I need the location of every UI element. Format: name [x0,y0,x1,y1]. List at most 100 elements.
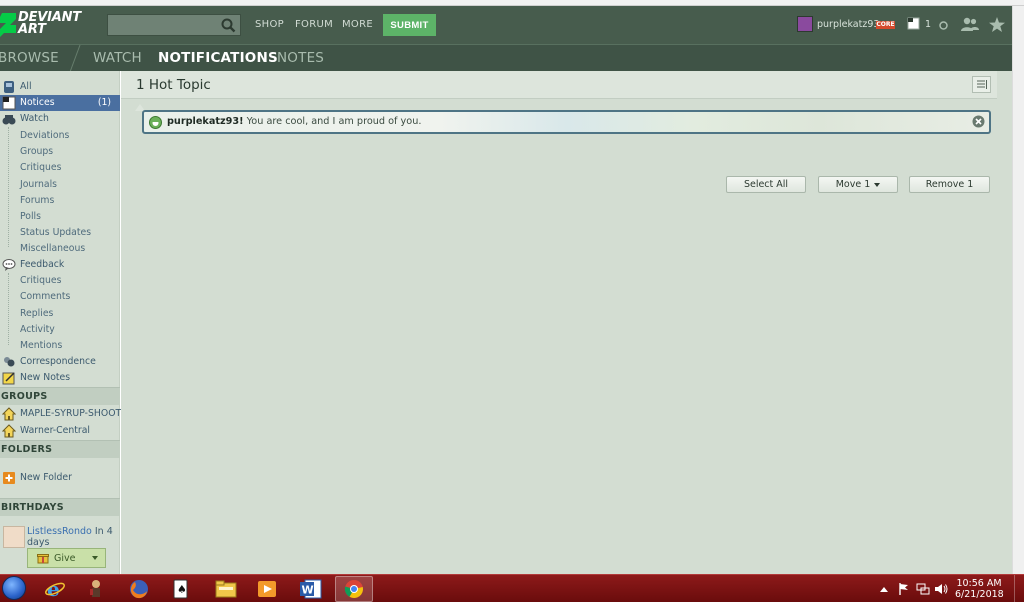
birthday-user-link[interactable]: ListlessRondo [27,526,92,537]
word-icon: W [300,579,322,599]
view-toggle-button[interactable] [972,76,991,93]
sidebar-item-label: Polls [20,211,41,222]
taskbar-ie[interactable]: e [36,576,74,602]
sidebar-item-comments[interactable]: Comments [0,289,120,305]
notices-count: (1) [97,97,111,108]
close-icon[interactable] [972,115,985,128]
sidebar-item-replies[interactable]: Replies [0,306,120,322]
sidebar-item-mentions[interactable]: Mentions [0,338,120,354]
sidebar-item-polls[interactable]: Polls [0,209,120,225]
taskbar-solitaire[interactable]: ♠ [162,576,200,602]
search-icon[interactable] [220,17,237,34]
friends-icon[interactable] [960,17,980,32]
page-scrollbar[interactable] [1012,6,1024,574]
smiley-icon [149,116,162,129]
notice-username[interactable]: purplekatz93! [167,116,244,127]
show-desktop-button[interactable] [1014,575,1024,602]
submit-button[interactable]: SUBMIT [383,14,436,36]
new-note-icon [2,372,15,385]
sidebar-item-groups[interactable]: Groups [0,144,120,160]
notes-icon[interactable] [907,17,920,30]
tab-watch[interactable]: WATCH [93,50,142,66]
clock-date: 6/21/2018 [955,589,1004,600]
birthday-user-avatar[interactable] [3,526,25,548]
sidebar-item-feedback[interactable]: Feedback [0,257,120,273]
sidebar-item-new-notes[interactable]: New Notes [0,370,120,386]
sidebar-item-label: Replies [20,308,54,319]
move-dropdown-icon [874,182,881,187]
start-button[interactable] [2,576,26,600]
taskbar-media-player[interactable] [248,576,286,602]
deviantart-logo-icon [0,13,16,37]
sidebar-item-label: Warner-Central [20,425,90,436]
nav-forum-link[interactable]: FORUM [295,19,333,30]
user-avatar[interactable] [797,16,813,32]
groups-heading: GROUPS [1,391,48,402]
sidebar-item-label: Notices [20,97,55,108]
sidebar-item-label: New Notes [20,372,71,383]
sidebar-item-feedback-critiques[interactable]: Critiques [0,273,120,289]
media-player-icon [258,581,276,597]
sidebar-item-forums[interactable]: Forums [0,193,120,209]
game-character-icon [90,580,100,597]
group-house-icon [2,407,16,421]
move-button[interactable]: Move 1 [818,176,898,193]
taskbar-game[interactable] [77,576,115,602]
system-clock[interactable]: 10:56 AM 6/21/2018 [955,578,1004,600]
sidebar-item-watch[interactable]: Watch [0,111,120,127]
nav-more-link[interactable]: MORE [342,19,373,30]
taskbar-explorer[interactable] [207,576,245,602]
give-dropdown-arrow-icon[interactable] [92,556,98,560]
birthday-entry: ListlessRondo In 4 days [27,526,119,548]
list-view-icon [977,80,987,89]
tab-notifications[interactable]: NOTIFICATIONS [158,50,278,66]
status-dot-icon[interactable] [939,21,948,30]
sidebar-group-warner-central[interactable]: Warner-Central [0,423,120,439]
sidebar-item-critiques[interactable]: Critiques [0,160,120,176]
action-center-flag-icon[interactable] [899,583,909,595]
sidebar-item-journals[interactable]: Journals [0,177,120,193]
internet-explorer-icon: e [45,578,65,600]
firefox-icon [130,580,148,599]
tab-notes[interactable]: NOTES [277,50,324,66]
sidebar-item-miscellaneous[interactable]: Miscellaneous [0,241,120,257]
remove-button[interactable]: Remove 1 [909,176,990,193]
main-header: 1 Hot Topic [121,71,997,99]
sidebar-group-maple-syrup-shooters[interactable]: MAPLE-SYRUP-SHOOTERS [0,406,139,422]
sidebar-item-correspondence[interactable]: Correspondence [0,354,120,370]
nav-shop-link[interactable]: SHOP [255,19,284,30]
sidebar-item-label: All [20,81,32,92]
taskbar-chrome[interactable] [335,576,373,602]
sidebar-item-notices[interactable]: Notices (1) [0,95,120,111]
clock-time: 10:56 AM [956,578,1002,589]
site-header: DEVIANT ART SHOP FORUM MORE SUBMIT purpl… [0,6,1024,44]
solitaire-cards-icon: ♠ [173,579,188,599]
taskbar-firefox[interactable] [120,576,158,602]
username-link[interactable]: purplekatz93 [817,19,879,30]
sidebar-item-activity[interactable]: Activity [0,322,120,338]
sidebar-item-deviations[interactable]: Deviations [0,128,120,144]
taskbar-word[interactable]: W [292,576,330,602]
tab-browse[interactable]: BROWSE [0,50,59,66]
volume-icon[interactable] [934,583,948,595]
sidebar-item-label: Forums [20,195,55,206]
hot-topic-notice[interactable]: purplekatz93! You are cool, and I am pro… [142,110,991,134]
nav-divider [69,45,81,72]
select-all-button[interactable]: Select All [726,176,806,193]
logo-line-2: ART [18,22,46,37]
sidebar-new-folder[interactable]: New Folder [0,470,120,486]
sidebar-item-all[interactable]: All [0,79,120,95]
search-input[interactable] [112,17,218,33]
network-icon[interactable] [916,583,930,595]
tray-overflow-chevron-icon[interactable] [880,586,888,592]
sidebar-item-label: Critiques [20,275,62,286]
deviantart-logo[interactable]: DEVIANT ART [0,10,92,40]
sidebar-item-status-updates[interactable]: Status Updates [0,225,120,241]
groups-section-header: GROUPS [0,387,120,405]
folder-icon [215,580,237,598]
favourites-star-icon[interactable] [989,17,1005,32]
add-folder-icon [3,472,15,484]
give-button[interactable]: Give [27,548,106,568]
all-notifications-icon [4,81,14,93]
notice-message: purplekatz93! You are cool, and I am pro… [167,116,421,127]
